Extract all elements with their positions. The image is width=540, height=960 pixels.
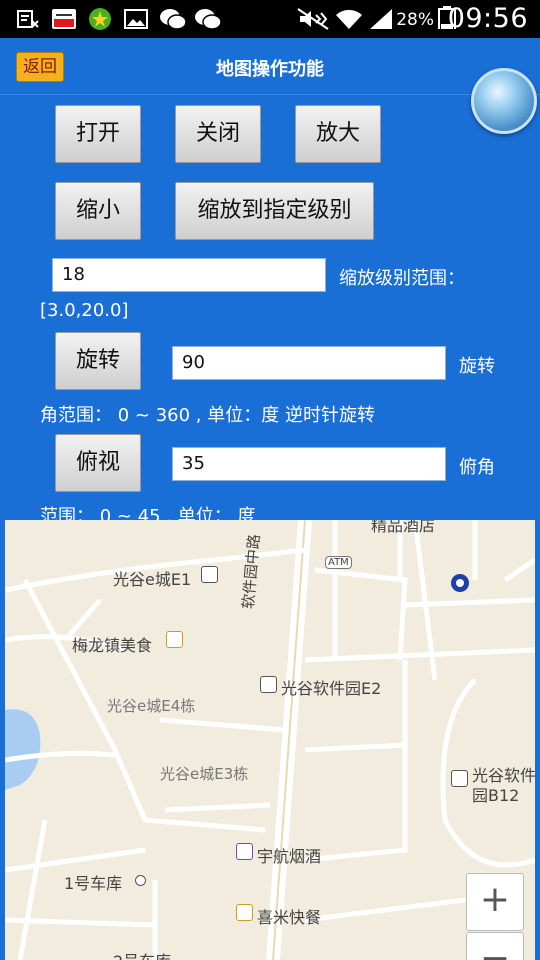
map-label-park-b12-line2[interactable]: 园B12 bbox=[472, 782, 519, 806]
overlook-angle-input[interactable]: 35 bbox=[172, 447, 446, 481]
floating-ball-icon[interactable] bbox=[471, 68, 537, 134]
zoom-range-label: 缩放级别范围： bbox=[339, 268, 465, 289]
map-label-ximi[interactable]: 喜米快餐 bbox=[257, 904, 321, 928]
wechat-icon bbox=[160, 9, 187, 30]
map-label-e1[interactable]: 光谷e城E1 bbox=[113, 566, 191, 590]
wechat-icon-2 bbox=[195, 9, 222, 30]
status-bar: 28% 09:56 bbox=[0, 0, 540, 38]
sohu-video-icon bbox=[52, 9, 76, 29]
ime-icon bbox=[17, 10, 39, 28]
overlook-button[interactable]: 俯视 bbox=[55, 434, 141, 492]
map-label-e4[interactable]: 光谷e城E4栋 bbox=[107, 695, 195, 716]
map-label-park-e2[interactable]: 光谷软件园E2 bbox=[281, 675, 381, 699]
restaurant-icon-meilong bbox=[166, 631, 183, 648]
security-icon bbox=[89, 8, 111, 30]
building-icon-b12 bbox=[451, 770, 468, 787]
mute-icon bbox=[297, 8, 329, 30]
zoom-in-button[interactable]: 放大 bbox=[295, 105, 381, 163]
signal-icon bbox=[370, 9, 392, 29]
rotate-angle-input[interactable]: 90 bbox=[172, 346, 446, 380]
zoom-level-input[interactable]: 18 bbox=[52, 258, 326, 292]
parking-dot-icon bbox=[135, 875, 146, 886]
close-button[interactable]: 关闭 bbox=[175, 105, 261, 163]
zoom-range-value: [3.0,20.0] bbox=[40, 300, 129, 321]
rotate-range-label: 角范围： 0 ~ 360 , 单位：度 逆时针旋转 bbox=[40, 405, 375, 426]
rotate-button[interactable]: 旋转 bbox=[55, 332, 141, 390]
building-icon-e1 bbox=[201, 566, 218, 583]
clock: 09:56 bbox=[447, 3, 528, 34]
gallery-icon bbox=[124, 9, 148, 29]
battery-percent: 28% bbox=[396, 10, 434, 30]
map-label-yuhang[interactable]: 宇航烟酒 bbox=[257, 843, 321, 867]
map-zoom-in-button[interactable]: + bbox=[466, 873, 524, 931]
atm-label[interactable]: ATM bbox=[325, 556, 352, 569]
map-label-garage1[interactable]: 1号车库 bbox=[64, 870, 122, 894]
map-label-garage2[interactable]: 2号车库 bbox=[113, 948, 171, 960]
open-button[interactable]: 打开 bbox=[55, 105, 141, 163]
map-roads bbox=[5, 520, 535, 960]
map-view[interactable]: 精品酒店 光谷e城E1 ATM 梅龙镇美食 软件园中路 光谷e城E4栋 光谷软件… bbox=[5, 520, 535, 960]
title-bar: 返回 地图操作功能 bbox=[0, 38, 540, 95]
building-icon-e2 bbox=[260, 676, 277, 693]
map-label-meilong[interactable]: 梅龙镇美食 bbox=[72, 632, 152, 656]
wifi-icon bbox=[336, 9, 362, 29]
shop-icon-yuhang bbox=[236, 843, 253, 860]
restaurant-icon-ximi bbox=[236, 904, 253, 921]
zoom-out-button[interactable]: 缩小 bbox=[55, 182, 141, 240]
map-zoom-out-button[interactable]: − bbox=[466, 932, 524, 960]
overlook-suffix-label: 俯角 bbox=[459, 457, 495, 478]
rotate-suffix-label: 旋转 bbox=[459, 356, 495, 377]
page-title: 地图操作功能 bbox=[216, 59, 324, 80]
zoom-to-level-button[interactable]: 缩放到指定级别 bbox=[175, 182, 374, 240]
map-label-hotel[interactable]: 精品酒店 bbox=[371, 520, 435, 536]
map-label-e3[interactable]: 光谷e城E3栋 bbox=[160, 763, 248, 784]
